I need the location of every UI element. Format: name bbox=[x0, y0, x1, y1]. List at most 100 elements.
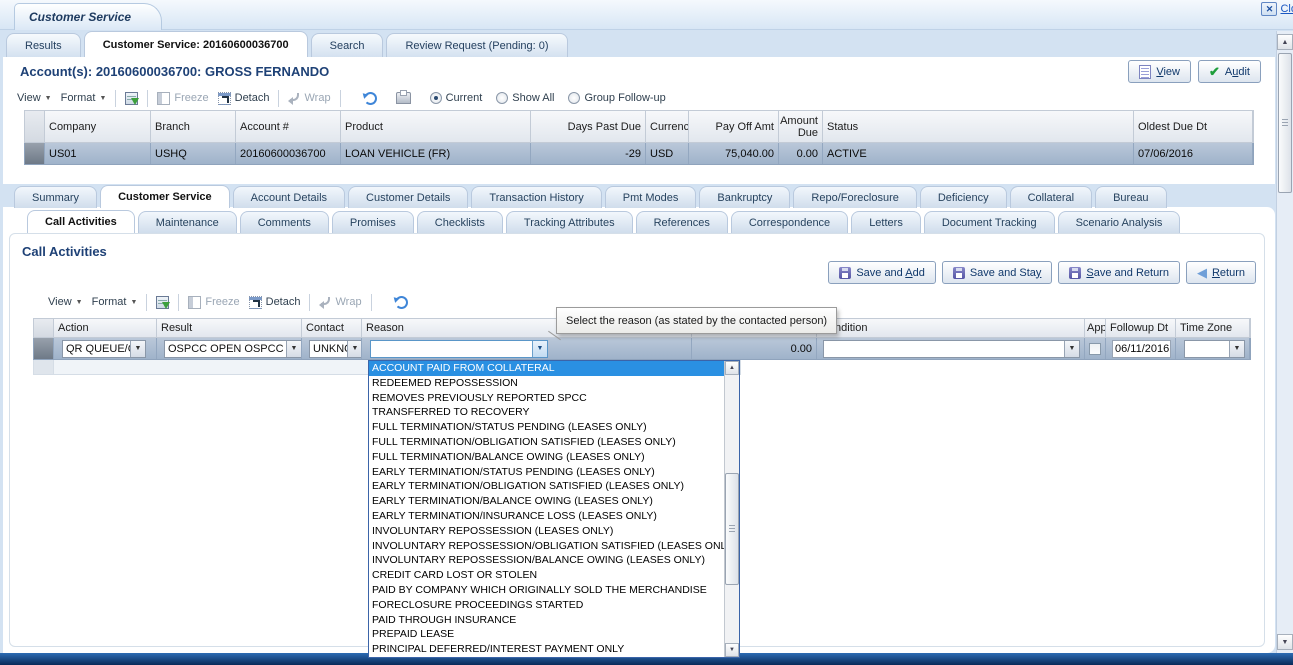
page-scrollbar[interactable]: ▲ ▼ bbox=[1276, 31, 1293, 653]
query-by-example-icon[interactable] bbox=[125, 91, 140, 105]
audit-button[interactable]: ✔ Audit bbox=[1198, 60, 1261, 83]
reason-option[interactable]: FORECLOSURE PROCEEDINGS STARTED bbox=[369, 598, 724, 613]
scroll-down-icon[interactable]: ▼ bbox=[725, 643, 739, 657]
format-menu[interactable]: Format ▼ bbox=[61, 92, 107, 104]
main-tab[interactable]: Results bbox=[6, 33, 81, 57]
reason-option[interactable]: REMOVES PREVIOUSLY REPORTED SPCC bbox=[369, 391, 724, 406]
radio-option[interactable]: Show All bbox=[496, 92, 554, 104]
row-handle[interactable] bbox=[34, 338, 54, 359]
reason-option[interactable]: EARLY TERMINATION/OBLIGATION SATISFIED (… bbox=[369, 479, 724, 494]
section-tab[interactable]: Repo/Foreclosure bbox=[793, 186, 917, 208]
reason-option[interactable]: INVOLUNTARY REPOSSESSION/OBLIGATION SATI… bbox=[369, 539, 724, 554]
reason-select[interactable]: ▼ bbox=[370, 339, 548, 358]
column-header[interactable]: Time Zone bbox=[1176, 319, 1250, 337]
reason-option[interactable]: PAID BY COMPANY WHICH ORIGINALLY SOLD TH… bbox=[369, 583, 724, 598]
result-select[interactable]: OSPCC OPEN OSPCC ▼ bbox=[164, 339, 301, 358]
print-icon[interactable] bbox=[395, 90, 411, 104]
reason-option[interactable]: ACCOUNT PAID FROM COLLATERAL bbox=[369, 361, 724, 376]
column-header[interactable]: Oldest Due Dt bbox=[1134, 111, 1253, 142]
reason-option[interactable]: INVOLUNTARY REPOSSESSION (LEASES ONLY) bbox=[369, 524, 724, 539]
sub-tab[interactable]: Correspondence bbox=[730, 211, 849, 233]
column-header[interactable]: Product bbox=[341, 111, 531, 142]
query-by-example-icon[interactable] bbox=[156, 295, 171, 309]
close-icon[interactable]: ✕ bbox=[1261, 2, 1278, 16]
reason-option[interactable]: CREDIT CARD LOST OR STOLEN bbox=[369, 568, 724, 583]
section-tab[interactable]: Bankruptcy bbox=[699, 186, 791, 208]
section-tab[interactable]: Deficiency bbox=[919, 186, 1007, 208]
return-button[interactable]: ◀ Return bbox=[1185, 261, 1256, 284]
view-menu[interactable]: View ▼ bbox=[48, 296, 83, 308]
column-header[interactable]: Account # bbox=[236, 111, 341, 142]
window-tab-customer-service[interactable]: Customer Service bbox=[14, 3, 163, 30]
reason-option[interactable]: EARLY TERMINATION/STATUS PENDING (LEASES… bbox=[369, 465, 724, 480]
dropdown-scrollbar[interactable]: ▲ ▼ bbox=[724, 361, 739, 657]
main-tab[interactable]: Customer Service: 20160600036700 bbox=[83, 31, 308, 57]
save-and-add-button[interactable]: Save and Add bbox=[828, 261, 936, 284]
section-tab[interactable]: Pmt Modes bbox=[604, 186, 697, 208]
reason-option[interactable]: EARLY TERMINATION/INSURANCE LOSS (LEASES… bbox=[369, 509, 724, 524]
main-tab[interactable]: Review Request (Pending: 0) bbox=[386, 33, 568, 57]
column-header[interactable]: Followup Dt bbox=[1106, 319, 1176, 337]
freeze-button[interactable]: Freeze bbox=[157, 91, 209, 105]
reason-option[interactable]: EARLY TERMINATION/BALANCE OWING (LEASES … bbox=[369, 494, 724, 509]
section-tab[interactable]: Account Details bbox=[232, 186, 346, 208]
refresh-icon[interactable] bbox=[363, 91, 377, 105]
sub-tab[interactable]: Document Tracking bbox=[923, 211, 1055, 233]
column-header[interactable]: Action bbox=[54, 319, 157, 337]
followup-date-input[interactable]: 06/11/2016 bbox=[1112, 339, 1171, 358]
dropdown-arrow-icon[interactable]: ▼ bbox=[1064, 340, 1079, 357]
sub-tab[interactable]: Call Activities bbox=[27, 210, 135, 233]
view-button[interactable]: View bbox=[1128, 60, 1191, 83]
sub-tab[interactable]: Tracking Attributes bbox=[505, 211, 633, 233]
section-tab[interactable]: Summary bbox=[14, 186, 98, 208]
sub-tab[interactable]: Letters bbox=[851, 211, 921, 233]
time-zone-select[interactable]: ▼ bbox=[1184, 339, 1245, 358]
sub-tab[interactable]: Comments bbox=[239, 211, 329, 233]
scroll-up-icon[interactable]: ▲ bbox=[1277, 34, 1293, 50]
section-tab[interactable]: Customer Service bbox=[100, 185, 230, 208]
detach-button[interactable]: Detach bbox=[248, 295, 300, 309]
scroll-up-icon[interactable]: ▲ bbox=[725, 361, 739, 375]
section-tab[interactable]: Transaction History bbox=[471, 186, 602, 208]
call-activity-row[interactable]: QR QUEUE/CO ▼ OSPCC OPEN OSPCC ▼ bbox=[33, 338, 1251, 360]
reason-option[interactable]: TRANSFERRED TO RECOVERY bbox=[369, 405, 724, 420]
scrollbar-thumb[interactable] bbox=[725, 473, 739, 585]
dropdown-arrow-icon[interactable]: ▼ bbox=[1229, 340, 1244, 357]
sub-tab[interactable]: Promises bbox=[331, 211, 414, 233]
appt-checkbox[interactable] bbox=[1089, 342, 1101, 355]
reason-option[interactable]: INVOLUNTARY REPOSSESSION/BALANCE OWING (… bbox=[369, 553, 724, 568]
reason-option[interactable]: REDEEMED REPOSSESSION bbox=[369, 376, 724, 391]
main-tab[interactable]: Search bbox=[310, 33, 384, 57]
account-row[interactable]: US01 USHQ 20160600036700 LOAN VEHICLE (F… bbox=[24, 143, 1254, 165]
column-header[interactable]: Company bbox=[45, 111, 151, 142]
column-header[interactable]: Appt bbox=[1085, 319, 1106, 337]
column-header[interactable]: Amount Due bbox=[779, 111, 823, 142]
action-select[interactable]: QR QUEUE/CO ▼ bbox=[62, 339, 146, 358]
scrollbar-thumb[interactable] bbox=[1278, 53, 1292, 193]
sub-tab[interactable]: Maintenance bbox=[137, 211, 237, 233]
dropdown-arrow-icon[interactable]: ▼ bbox=[286, 340, 301, 357]
dropdown-arrow-icon[interactable]: ▼ bbox=[532, 340, 547, 357]
sub-tab[interactable]: Checklists bbox=[416, 211, 503, 233]
section-tab[interactable]: Customer Details bbox=[348, 186, 469, 208]
view-menu[interactable]: View ▼ bbox=[17, 92, 52, 104]
condition-select[interactable]: ▼ bbox=[823, 339, 1080, 358]
close-link[interactable]: Clo bbox=[1280, 3, 1293, 15]
scroll-down-icon[interactable]: ▼ bbox=[1277, 634, 1293, 650]
column-header[interactable]: Contact bbox=[302, 319, 362, 337]
section-tab[interactable]: Collateral bbox=[1009, 186, 1093, 208]
wrap-button[interactable]: Wrap bbox=[288, 92, 331, 105]
column-header[interactable]: Pay Off Amt bbox=[689, 111, 779, 142]
contact-select[interactable]: UNKNOWN ▼ bbox=[309, 339, 361, 358]
refresh-icon[interactable] bbox=[394, 295, 408, 309]
format-menu[interactable]: Format ▼ bbox=[92, 296, 138, 308]
reason-option[interactable]: FULL TERMINATION/OBLIGATION SATISFIED (L… bbox=[369, 435, 724, 450]
dropdown-arrow-icon[interactable]: ▼ bbox=[130, 340, 145, 357]
column-header[interactable]: Days Past Due bbox=[531, 111, 646, 142]
column-header[interactable]: Result bbox=[157, 319, 302, 337]
sub-tab[interactable]: References bbox=[635, 211, 728, 233]
freeze-button[interactable]: Freeze bbox=[188, 295, 240, 309]
radio-option[interactable]: Group Follow-up bbox=[568, 92, 666, 104]
reason-option[interactable]: FULL TERMINATION/STATUS PENDING (LEASES … bbox=[369, 420, 724, 435]
dropdown-arrow-icon[interactable]: ▼ bbox=[347, 340, 361, 357]
